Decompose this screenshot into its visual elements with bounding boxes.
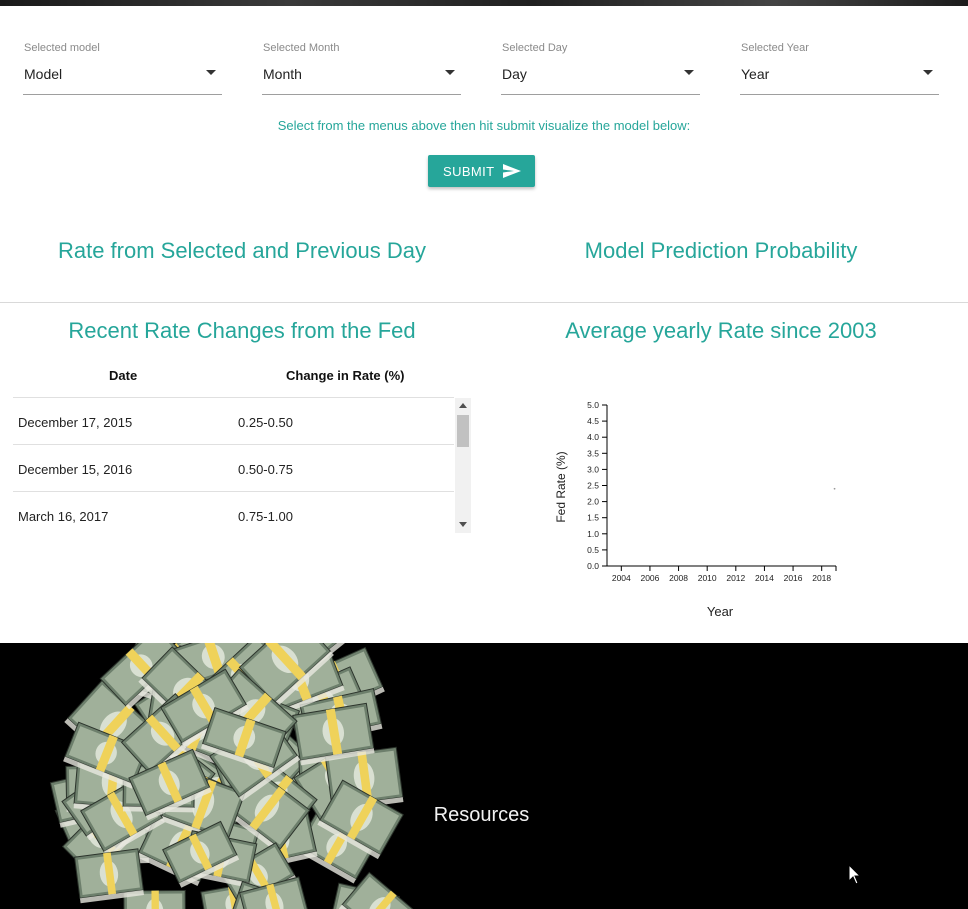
dropdown-caret-icon bbox=[445, 70, 455, 75]
select-month-label: Selected Month bbox=[263, 42, 340, 54]
chart-y-tick-label: 3.0 bbox=[587, 464, 599, 474]
resources-link[interactable]: Resources bbox=[0, 804, 963, 827]
chart-x-axis-label: Year bbox=[707, 604, 734, 619]
chart-x-tick-label: 2014 bbox=[755, 573, 774, 583]
chart-y-tick-label: 0.5 bbox=[587, 545, 599, 555]
scroll-down-icon[interactable] bbox=[459, 522, 467, 527]
select-day-label: Selected Day bbox=[502, 42, 568, 54]
section-divider bbox=[0, 302, 968, 303]
cell-date: December 17, 2015 bbox=[18, 415, 133, 430]
money-image bbox=[49, 643, 418, 909]
select-month-value: Month bbox=[263, 66, 302, 82]
select-day[interactable]: Selected Day Day bbox=[501, 40, 700, 95]
table-header-change: Change in Rate (%) bbox=[286, 368, 405, 383]
cell-change: 0.75-1.00 bbox=[238, 509, 293, 524]
table-header-date: Date bbox=[109, 368, 138, 383]
chart-x-tick-label: 2016 bbox=[784, 573, 803, 583]
chart-x-tick-label: 2018 bbox=[812, 573, 831, 583]
chart-y-tick-label: 4.5 bbox=[587, 416, 599, 426]
select-model[interactable]: Selected model Model bbox=[23, 40, 222, 95]
chart-x-tick-label: 2006 bbox=[640, 573, 659, 583]
chart-y-tick-label: 1.0 bbox=[587, 529, 599, 539]
chart-y-tick-label: 0.0 bbox=[587, 561, 599, 571]
dropdown-caret-icon bbox=[206, 70, 216, 75]
footer: Resources bbox=[0, 643, 968, 909]
instruction-text: Select from the menus above then hit sub… bbox=[277, 118, 691, 133]
select-model-value: Model bbox=[24, 66, 63, 82]
rate-changes-table: December 17, 2015 0.25-0.50 December 15,… bbox=[13, 397, 471, 533]
chart-y-tick-label: 4.0 bbox=[587, 432, 599, 442]
prediction-heading: Model Prediction Probability bbox=[584, 238, 858, 263]
chart-y-tick-label: 3.5 bbox=[587, 448, 599, 458]
send-icon bbox=[503, 164, 521, 178]
select-year[interactable]: Selected Year Year bbox=[740, 40, 939, 95]
table-scrollbar[interactable] bbox=[455, 398, 471, 533]
chart-y-tick-label: 2.5 bbox=[587, 481, 599, 491]
cell-date: March 16, 2017 bbox=[18, 509, 109, 524]
chart-x-tick-label: 2010 bbox=[698, 573, 717, 583]
rate-days-heading: Rate from Selected and Previous Day bbox=[57, 238, 427, 263]
select-model-label: Selected model bbox=[24, 42, 100, 54]
cell-change: 0.50-0.75 bbox=[238, 462, 293, 477]
chart-x-tick-label: 2004 bbox=[612, 573, 631, 583]
table-row: March 16, 2017 0.75-1.00 bbox=[13, 491, 454, 533]
select-month[interactable]: Selected Month Month bbox=[262, 40, 461, 95]
mouse-cursor-icon bbox=[848, 864, 862, 885]
header-banner-image bbox=[0, 0, 968, 6]
chart-data-point bbox=[833, 487, 836, 490]
submit-button[interactable]: SUBMIT bbox=[428, 155, 535, 187]
select-day-value: Day bbox=[502, 66, 527, 82]
scrollbar-thumb[interactable] bbox=[457, 415, 469, 447]
submit-label: SUBMIT bbox=[443, 164, 495, 179]
recent-changes-heading: Recent Rate Changes from the Fed bbox=[68, 318, 416, 343]
dropdown-caret-icon bbox=[923, 70, 933, 75]
scroll-up-icon[interactable] bbox=[459, 403, 467, 408]
average-rate-chart: 0.0 0.5 1.0 1.5 2.0 2.5 3.0 3.5 4.0 4.5 5.0 2004 200… bbox=[554, 400, 837, 619]
chart-y-tick-label: 5.0 bbox=[587, 400, 599, 410]
chart-y-tick-label: 2.0 bbox=[587, 497, 599, 507]
cell-change: 0.25-0.50 bbox=[238, 415, 293, 430]
chart-y-tick-label: 1.5 bbox=[587, 513, 599, 523]
table-row: December 17, 2015 0.25-0.50 bbox=[13, 397, 454, 444]
chart-x-tick-label: 2012 bbox=[726, 573, 745, 583]
table-row: December 15, 2016 0.50-0.75 bbox=[13, 444, 454, 491]
select-year-value: Year bbox=[741, 66, 770, 82]
cell-date: December 15, 2016 bbox=[18, 462, 133, 477]
chart-y-axis-label: Fed Rate (%) bbox=[554, 451, 568, 522]
chart-x-tick-label: 2008 bbox=[669, 573, 688, 583]
select-year-label: Selected Year bbox=[741, 42, 809, 54]
average-yearly-heading: Average yearly Rate since 2003 bbox=[565, 318, 877, 343]
dropdown-caret-icon bbox=[684, 70, 694, 75]
